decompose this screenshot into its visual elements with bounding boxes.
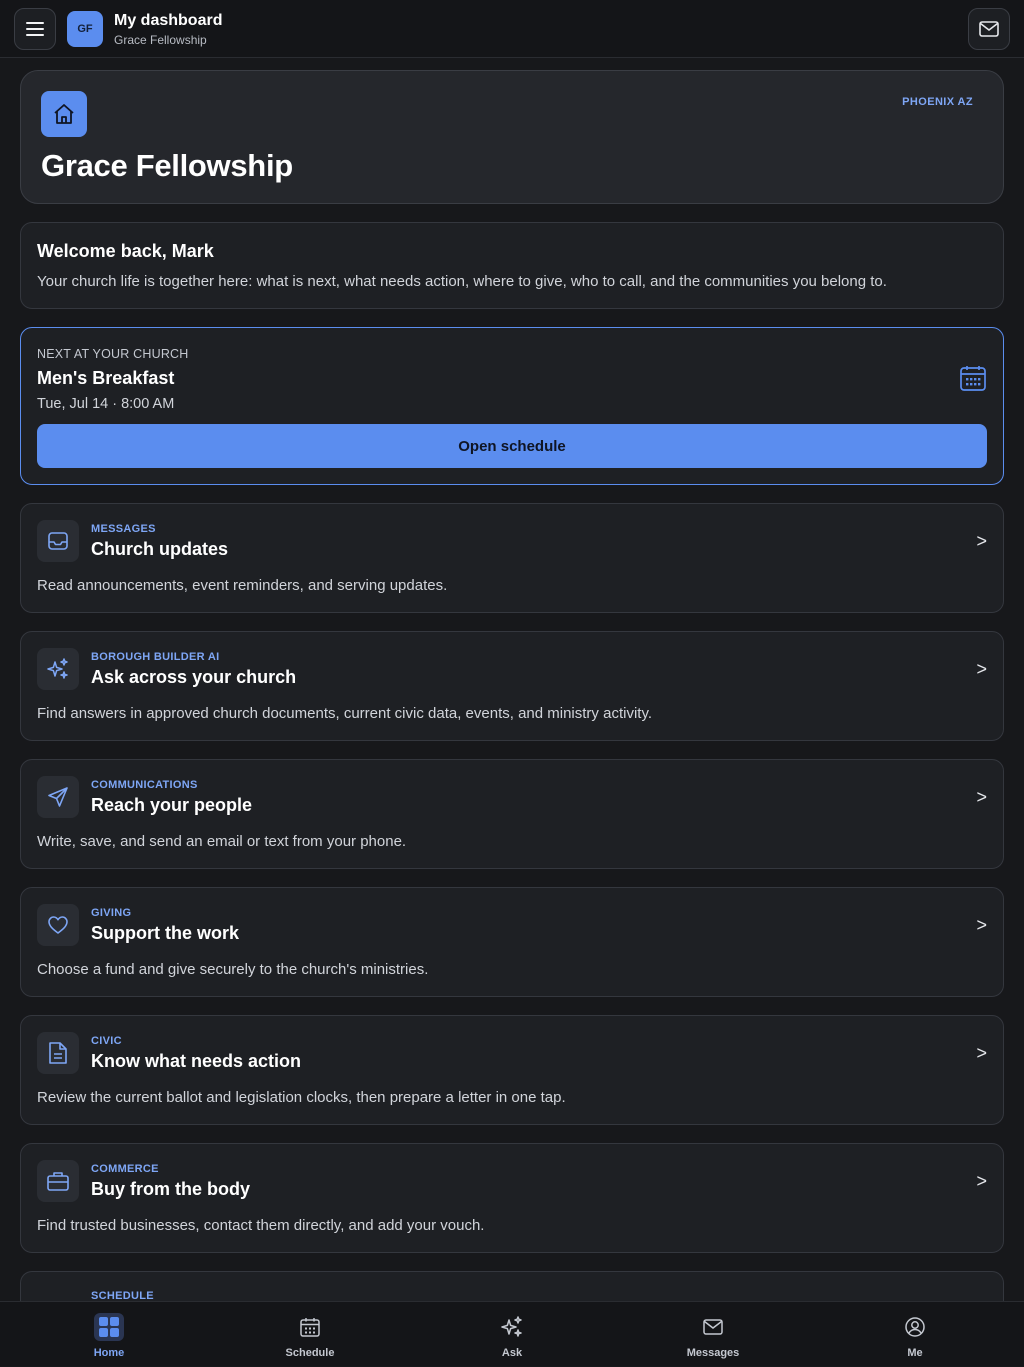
nav-home[interactable]: Home [39,1302,179,1367]
chevron-right-icon: > [976,1043,987,1063]
menu-button[interactable] [14,8,56,50]
nav-messages[interactable]: Messages [643,1302,783,1367]
nav-schedule[interactable]: Schedule [240,1302,380,1367]
feature-kicker: GIVING [91,907,132,919]
nav-ask[interactable]: Ask [442,1302,582,1367]
grid-icon [94,1313,124,1341]
heart-icon [37,904,79,946]
chevron-right-icon: > [976,915,987,935]
next-event-kicker: NEXT AT YOUR CHURCH [37,347,189,361]
feature-card-commerce[interactable]: COMMERCE Buy from the body Find trusted … [20,1143,1004,1253]
chevron-right-icon: > [976,659,987,679]
calendar-icon [295,1313,325,1341]
feature-card-communications[interactable]: COMMUNICATIONS Reach your people Write, … [20,759,1004,869]
church-name: Grace Fellowship [41,148,293,183]
hamburger-menu-icon [26,22,44,36]
feature-description: Read announcements, event reminders, and… [37,577,448,594]
chevron-right-icon: > [976,1171,987,1191]
open-schedule-button[interactable]: Open schedule [37,424,987,468]
chevron-right-icon: > [976,787,987,807]
mail-icon [979,21,999,37]
feature-card-messages[interactable]: MESSAGES Church updates Read announcemen… [20,503,1004,613]
calendar-icon [960,366,986,391]
feature-kicker: COMMUNICATIONS [91,779,198,791]
feature-description: Choose a fund and give securely to the c… [37,961,429,978]
feature-description: Find answers in approved church document… [37,705,652,722]
sparkles-icon [497,1313,527,1341]
nav-label: Schedule [285,1347,335,1359]
chevron-right-icon: > [976,531,987,551]
page-subtitle: Grace Fellowship [114,33,207,47]
feature-title: Reach your people [91,795,253,815]
document-icon [37,1032,79,1074]
top-bar: GF My dashboard Grace Fellowship [0,0,1024,58]
feature-kicker: CIVIC [91,1035,122,1047]
feature-title: Ask across your church [91,667,297,687]
nav-label: Home [93,1347,125,1359]
page-title: My dashboard [114,12,223,29]
feature-title: Buy from the body [91,1179,251,1199]
next-event-title: Men's Breakfast [37,368,175,388]
feature-card-civic[interactable]: CIVIC Know what needs action Review the … [20,1015,1004,1125]
feature-description: Write, save, and send an email or text f… [37,833,407,850]
nav-label: Me [907,1347,923,1359]
next-event-card: NEXT AT YOUR CHURCH Men's Breakfast Tue,… [20,327,1004,485]
welcome-text: Your church life is together here: what … [37,273,887,290]
feature-title: Support the work [91,923,239,943]
feature-title: Church updates [91,539,229,559]
nav-me[interactable]: Me [845,1302,985,1367]
inbox-icon [37,520,79,562]
briefcase-icon [37,1160,79,1202]
church-location: PHOENIX AZ [902,96,973,108]
send-icon [37,776,79,818]
feature-description: Review the current ballot and legislatio… [37,1089,566,1106]
welcome-title: Welcome back, Mark [37,241,214,261]
nav-label: Messages [686,1347,740,1359]
feature-title: Know what needs action [91,1051,302,1071]
feature-kicker: BOROUGH BUILDER AI [91,651,220,663]
home-icon [41,91,87,137]
feature-kicker: COMMERCE [91,1163,159,1175]
feature-kicker: MESSAGES [91,523,156,535]
sparkles-icon [37,648,79,690]
feature-card-ai[interactable]: BOROUGH BUILDER AI Ask across your churc… [20,631,1004,741]
church-hero-card: PHOENIX AZ Grace Fellowship [20,70,1004,204]
user-circle-icon [900,1313,930,1341]
church-avatar[interactable]: GF [67,11,103,47]
feature-description: Find trusted businesses, contact them di… [37,1217,485,1234]
mail-icon [698,1313,728,1341]
bottom-nav: Home Schedule Ask Messages Me [0,1301,1024,1366]
next-event-date: Tue, Jul 14 · 8:00 AM [37,396,175,412]
feature-card-giving[interactable]: GIVING Support the work Choose a fund an… [20,887,1004,997]
mail-button[interactable] [968,8,1010,50]
nav-label: Ask [501,1347,523,1359]
welcome-card: Welcome back, Mark Your church life is t… [20,222,1004,309]
